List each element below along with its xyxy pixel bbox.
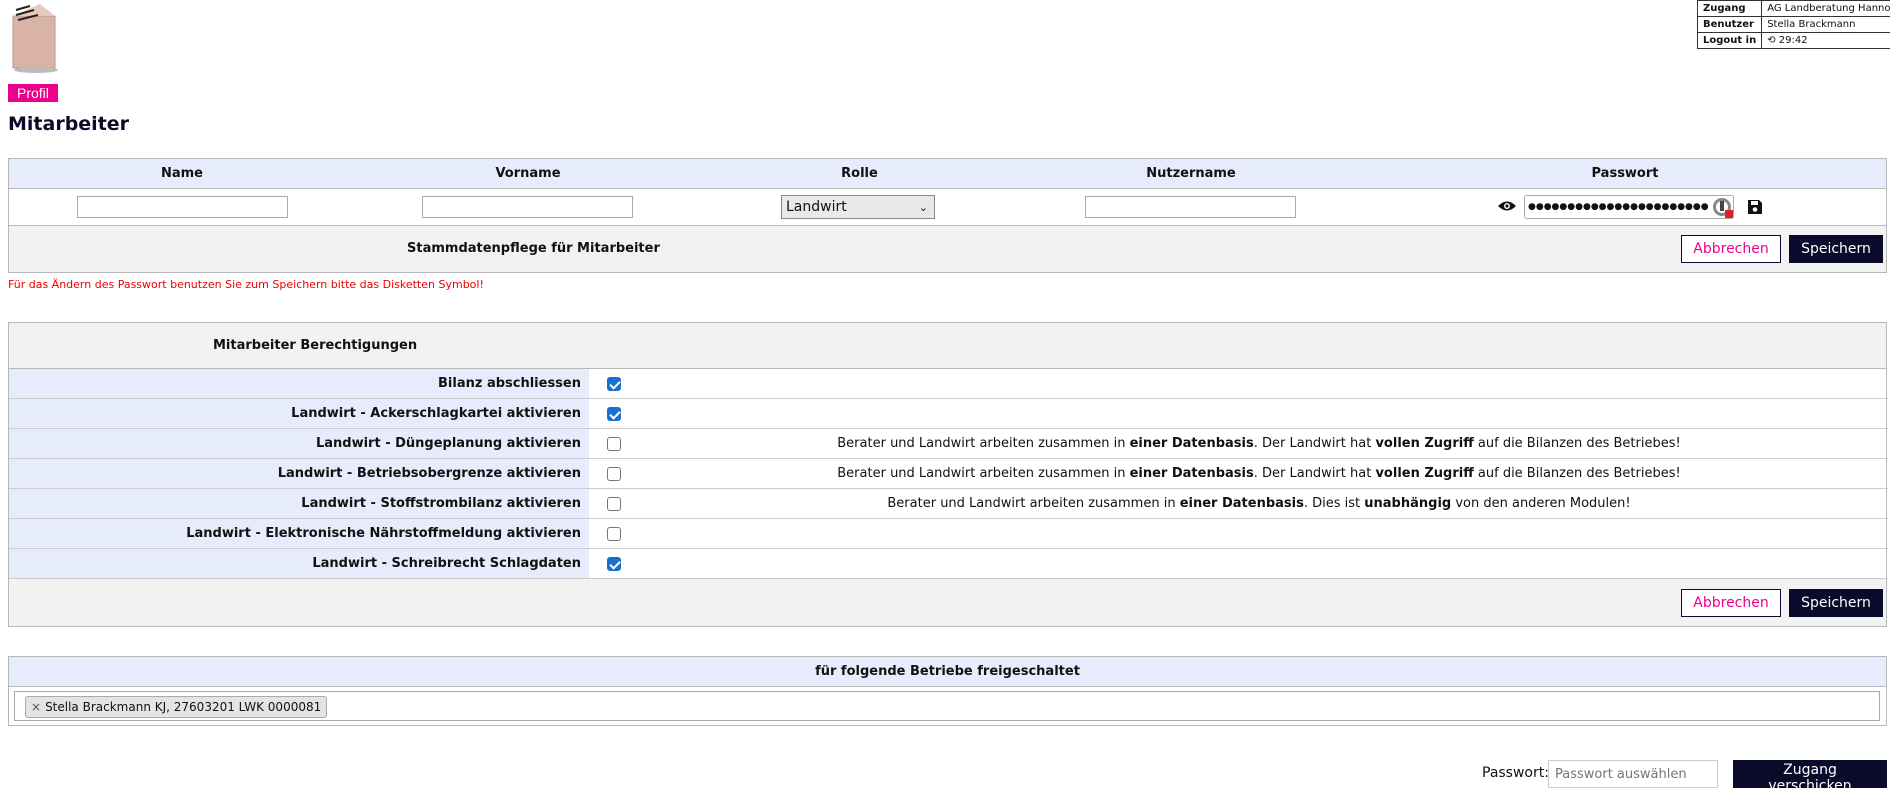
name-input[interactable]: [77, 196, 288, 218]
note-text: Berater und Landwirt arbeiten zusammen i…: [837, 436, 1130, 451]
save-button[interactable]: Speichern: [1789, 235, 1883, 263]
permission-checkbox[interactable]: [607, 557, 621, 571]
header-rolle: Rolle: [841, 166, 878, 181]
info-value: Stella Brackmann: [1761, 16, 1890, 33]
permission-label: Landwirt - Elektronische Nährstoffmeldun…: [9, 519, 589, 548]
permissions-save-button[interactable]: Speichern: [1789, 589, 1883, 617]
employee-table-header: Name Vorname Rolle Nutzername Passwort: [9, 159, 1886, 189]
note-bold: vollen Zugriff: [1375, 436, 1474, 451]
permission-row: Landwirt - Düngeplanung aktivieren Berat…: [9, 429, 1888, 459]
chevron-down-icon: ⌄: [918, 201, 928, 214]
note-bold: einer Datenbasis: [1129, 466, 1254, 481]
permission-note: Berater und Landwirt arbeiten zusammen i…: [649, 489, 1869, 518]
permissions-header: Mitarbeiter Berechtigungen: [9, 323, 1886, 369]
permission-label: Landwirt - Schreibrecht Schlagdaten: [9, 549, 589, 578]
permission-checkbox[interactable]: [607, 497, 621, 511]
rolle-select[interactable]: Landwirt ⌄: [781, 195, 935, 219]
note-text: . Der Landwirt hat: [1253, 466, 1376, 481]
header-vorname: Vorname: [495, 166, 561, 181]
header-name: Name: [160, 166, 203, 181]
password-hint: Für das Ändern des Passwort benutzen Sie…: [8, 278, 484, 291]
permission-note: Berater und Landwirt arbeiten zusammen i…: [649, 429, 1869, 458]
stammdaten-title: Stammdatenpflege für Mitarbeiter: [407, 241, 660, 256]
header-nutzername: Nutzername: [1146, 166, 1236, 181]
logout-time: 29:42: [1778, 35, 1808, 46]
send-access-button[interactable]: Zugang verschicken: [1733, 760, 1887, 794]
permission-checkbox[interactable]: [607, 527, 621, 541]
note-text: . Der Landwirt hat: [1253, 436, 1376, 451]
save-disk-icon[interactable]: [1747, 199, 1763, 215]
employee-form-footer: Stammdatenpflege für Mitarbeiter Abbrech…: [9, 226, 1886, 272]
logout-timer: ⟲ 29:42: [1761, 32, 1890, 49]
note-bold: einer Datenbasis: [1179, 496, 1304, 511]
session-info-box: Zugang AG Landberatung Hannover Benutzer…: [1696, 0, 1890, 49]
note-text: auf die Bilanzen des Betriebes!: [1473, 436, 1681, 451]
note-bold: vollen Zugriff: [1375, 466, 1474, 481]
info-key: Logout in: [1696, 32, 1763, 49]
permissions-cancel-button[interactable]: Abbrechen: [1681, 589, 1781, 617]
rolle-selected: Landwirt: [786, 199, 847, 215]
permission-label: Landwirt - Betriebsobergrenze aktivieren: [9, 459, 589, 488]
nutzername-input[interactable]: [1085, 196, 1296, 218]
password-label: Passwort:: [1482, 765, 1549, 781]
permission-row: Landwirt - Stoffstrombilanz aktivieren B…: [9, 489, 1888, 519]
permission-checkbox[interactable]: [607, 467, 621, 481]
header-passwort: Passwort: [1591, 166, 1659, 181]
permission-checkbox[interactable]: [607, 407, 621, 421]
vorname-input[interactable]: [422, 196, 633, 218]
info-key: Benutzer: [1696, 16, 1763, 33]
betriebe-title: für folgende Betriebe freigeschaltet: [815, 664, 1080, 679]
permission-row: Landwirt - Elektronische Nährstoffmeldun…: [9, 519, 1888, 549]
permissions-panel: Mitarbeiter Berechtigungen Bilanz abschl…: [8, 322, 1888, 627]
page-title: Mitarbeiter: [8, 113, 130, 135]
employee-input-row: Landwirt ⌄ ●●●●●●●●●●●●●●●●●●●●●●●: [9, 189, 1886, 226]
betrieb-tag: × Stella Brackmann KJ, 27603201 LWK 00000…: [25, 696, 328, 718]
history-icon: ⟲: [1767, 35, 1776, 46]
betriebe-header: für folgende Betriebe freigeschaltet: [9, 657, 1886, 687]
note-bold: einer Datenbasis: [1129, 436, 1254, 451]
password-mask: ●●●●●●●●●●●●●●●●●●●●●●●: [1528, 202, 1709, 212]
password-select-input[interactable]: [1548, 760, 1718, 788]
app-logo-icon: [12, 4, 58, 73]
permission-checkbox[interactable]: [607, 377, 621, 391]
note-text: Berater und Landwirt arbeiten zusammen i…: [887, 496, 1180, 511]
permissions-title: Mitarbeiter Berechtigungen: [213, 338, 418, 353]
permission-note: Berater und Landwirt arbeiten zusammen i…: [649, 459, 1869, 488]
permission-label: Bilanz abschliessen: [9, 369, 589, 398]
permission-row: Landwirt - Betriebsobergrenze aktivieren…: [9, 459, 1888, 489]
betriebe-multiselect[interactable]: × Stella Brackmann KJ, 27603201 LWK 00000…: [14, 691, 1880, 721]
permission-row: Bilanz abschliessen: [9, 369, 1888, 399]
permission-label: Landwirt - Düngeplanung aktivieren: [9, 429, 589, 458]
note-text: Berater und Landwirt arbeiten zusammen i…: [837, 466, 1130, 481]
note-text: auf die Bilanzen des Betriebes!: [1473, 466, 1681, 481]
passwort-input[interactable]: ●●●●●●●●●●●●●●●●●●●●●●●: [1524, 195, 1734, 219]
info-value: AG Landberatung Hannover: [1761, 0, 1890, 17]
employee-form-panel: Name Vorname Rolle Nutzername Passwort L…: [8, 158, 1887, 273]
note-text: von den anderen Modulen!: [1451, 496, 1631, 511]
note-text: . Dies ist: [1303, 496, 1365, 511]
cancel-button[interactable]: Abbrechen: [1681, 235, 1781, 263]
permission-row: Landwirt - Ackerschlagkartei aktivieren: [9, 399, 1888, 429]
eye-icon[interactable]: [1497, 199, 1517, 213]
permission-label: Landwirt - Ackerschlagkartei aktivieren: [9, 399, 589, 428]
permission-checkbox[interactable]: [607, 437, 621, 451]
permission-row: Landwirt - Schreibrecht Schlagdaten: [9, 549, 1888, 579]
note-bold: unabhängig: [1364, 496, 1452, 511]
password-manager-icon[interactable]: [1712, 197, 1734, 219]
permission-label: Landwirt - Stoffstrombilanz aktivieren: [9, 489, 589, 518]
profil-button[interactable]: Profil: [8, 84, 58, 102]
permissions-footer: Abbrechen Speichern: [9, 579, 1886, 626]
betrieb-tag-label: Stella Brackmann KJ, 27603201 LWK 000008…: [45, 700, 322, 714]
betriebe-panel: für folgende Betriebe freigeschaltet × St…: [8, 656, 1887, 726]
info-key: Zugang: [1696, 0, 1763, 17]
tag-remove-icon[interactable]: ×: [31, 700, 41, 714]
